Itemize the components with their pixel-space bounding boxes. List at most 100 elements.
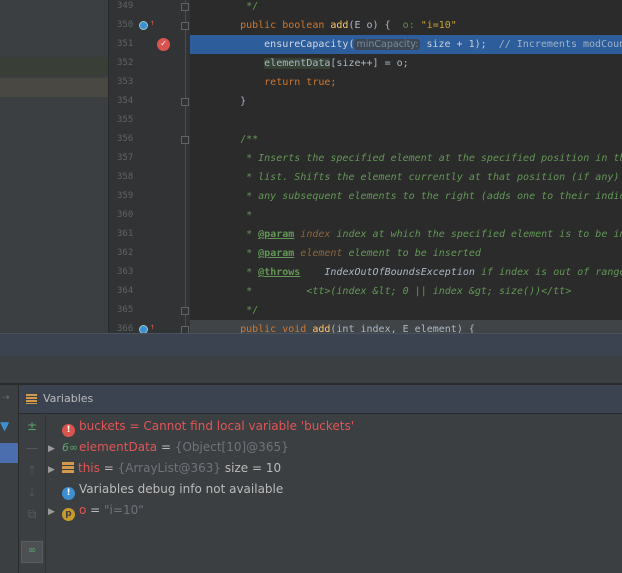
code-line[interactable]: ensureCapacity(minCapacity: size + 1); /… [190, 35, 622, 54]
code-token: size + 1); [420, 39, 499, 50]
code-line[interactable]: * @throws IndexOutOfBoundsException if i… [190, 263, 622, 282]
code-token: @param [258, 248, 295, 259]
code-text: * [216, 206, 252, 225]
line-number[interactable]: 362 [117, 244, 145, 263]
code-line[interactable]: */ [190, 301, 622, 320]
code-line[interactable]: public void add(int index, E element) { [190, 320, 622, 333]
code-line[interactable]: /** [190, 130, 622, 149]
line-number[interactable]: 359 [117, 187, 145, 206]
frame-selected[interactable] [0, 443, 18, 463]
code-text: public boolean add(E o) { o: "i=10" [216, 16, 457, 35]
expand-arrow-icon[interactable]: ▶ [48, 439, 62, 459]
editor-gutter: 349 350 ↑ 351 ✓ 352 353 354 355 356 357 358 359 360 36… [108, 0, 191, 334]
code-line[interactable]: * any subsequent elements to the right (… [190, 187, 622, 206]
code-text: */ [216, 0, 258, 16]
code-text: * any subsequent elements to the right (… [216, 187, 622, 206]
code-text: * Inserts the specified element at the s… [216, 149, 622, 168]
code-line[interactable]: * list. Shifts the element currently at … [190, 168, 622, 187]
variable-row[interactable]: ! buckets = Cannot find local variable 'b… [48, 416, 354, 437]
info-icon: ! [62, 487, 75, 500]
line-number[interactable]: 354 [117, 92, 145, 111]
code-token: "i=10" [420, 20, 457, 31]
line-number[interactable]: 351 [117, 35, 145, 54]
debug-panel: ⇢ Variables ▼ ± — 🡑 🡓 ⧉ ∞ ! buckets = Can… [0, 385, 622, 573]
breakpoint-icon[interactable]: ✓ [157, 38, 170, 51]
code-token: */ [216, 1, 259, 12]
variable-row[interactable]: ▶ p o = "i=10" [48, 500, 144, 522]
variable-row[interactable]: ▶ this = {ArrayList@363} size = 10 [48, 458, 281, 478]
code-line[interactable]: } [190, 92, 622, 111]
line-number[interactable]: 360 [117, 206, 145, 225]
code-line[interactable]: * <tt>(index &lt; 0 || index &gt; size()… [190, 282, 622, 301]
pin-icon[interactable]: ⇢ [2, 393, 10, 403]
code-text: public void add(int index, E element) { [216, 320, 475, 333]
variables-header: Variables [18, 385, 622, 414]
code-text: * @param index index at which the specif… [216, 225, 622, 244]
code-text: } [216, 92, 246, 111]
copy-icon[interactable]: ⧉ [23, 505, 41, 523]
variable-value: "i=10" [104, 503, 144, 517]
fold-marker-icon[interactable] [181, 22, 189, 30]
variable-message: Variables debug info not available [79, 482, 284, 496]
line-number[interactable]: 356 [117, 130, 145, 149]
line-number[interactable]: 349 [117, 0, 145, 16]
code-line[interactable]: return true; [190, 73, 622, 92]
fold-marker-icon[interactable] [181, 3, 189, 11]
line-number[interactable]: 353 [117, 73, 145, 92]
code-editor[interactable]: */ public boolean add(E o) { o: "i=10" e… [190, 0, 622, 333]
code-line[interactable] [190, 111, 622, 130]
project-panel [0, 0, 108, 333]
fold-marker-icon[interactable] [181, 307, 189, 315]
variable-row[interactable]: ! Variables debug info not available [48, 479, 284, 500]
show-watches-toggle[interactable]: ∞ [21, 541, 43, 563]
fold-marker-icon[interactable] [181, 136, 189, 144]
line-number[interactable]: 365 [117, 301, 145, 320]
debug-toolbar [0, 333, 622, 357]
fold-marker-icon[interactable] [181, 98, 189, 106]
project-row-selected[interactable] [0, 57, 108, 76]
code-line[interactable]: * Inserts the specified element at the s… [190, 149, 622, 168]
parameter-hint: minCapacity: [354, 39, 421, 50]
code-text: */ [216, 301, 258, 320]
move-up-icon[interactable]: 🡑 [23, 461, 41, 479]
line-number[interactable]: 352 [117, 54, 145, 73]
code-text: * @throws IndexOutOfBoundsException if i… [216, 263, 622, 282]
expand-arrow-icon[interactable]: ▶ [48, 502, 62, 522]
variable-row[interactable]: ▶ 6∞elementData = {Object[10]@365} [48, 437, 289, 457]
code-token: return true; [216, 77, 337, 88]
variable-extra: size = 10 [221, 461, 282, 475]
debug-tabs-bar [0, 356, 622, 385]
line-number[interactable]: 361 [117, 225, 145, 244]
line-number[interactable]: 363 [117, 263, 145, 282]
variables-title: Variables [43, 392, 94, 405]
variables-icon [26, 394, 37, 404]
expand-arrow-icon[interactable]: ▶ [48, 460, 62, 480]
code-token: /** [216, 134, 259, 145]
line-number[interactable]: 364 [117, 282, 145, 301]
code-line[interactable]: elementData[size++] = o; [190, 54, 622, 73]
new-watch-icon[interactable]: ± [23, 417, 41, 435]
move-down-icon[interactable]: 🡓 [23, 483, 41, 501]
variable-name: elementData [79, 440, 158, 454]
project-row-hover[interactable] [0, 78, 108, 97]
code-line[interactable]: * @param index index at which the specif… [190, 225, 622, 244]
line-number[interactable]: 357 [117, 149, 145, 168]
variable-value: {ArrayList@363} [117, 461, 222, 475]
variable-separator: = [99, 461, 118, 475]
override-icon[interactable]: ↑ [139, 18, 155, 30]
code-token: public void [216, 324, 313, 333]
line-number[interactable]: 355 [117, 111, 145, 130]
filter-icon[interactable]: ▼ [0, 419, 12, 433]
code-line[interactable]: public boolean add(E o) { o: "i=10" [190, 16, 622, 35]
object-icon [62, 462, 74, 473]
code-line[interactable]: * [190, 206, 622, 225]
remove-watch-icon[interactable]: — [23, 439, 41, 457]
variable-separator: = [86, 503, 105, 517]
code-line[interactable]: * @param element element to be inserted [190, 244, 622, 263]
code-token: @throws [258, 267, 301, 278]
variable-value: {Object[10]@365} [174, 440, 289, 454]
line-number[interactable]: 358 [117, 168, 145, 187]
code-token: @param [258, 229, 295, 240]
code-line[interactable]: */ [190, 0, 622, 16]
code-token: add [330, 20, 349, 31]
